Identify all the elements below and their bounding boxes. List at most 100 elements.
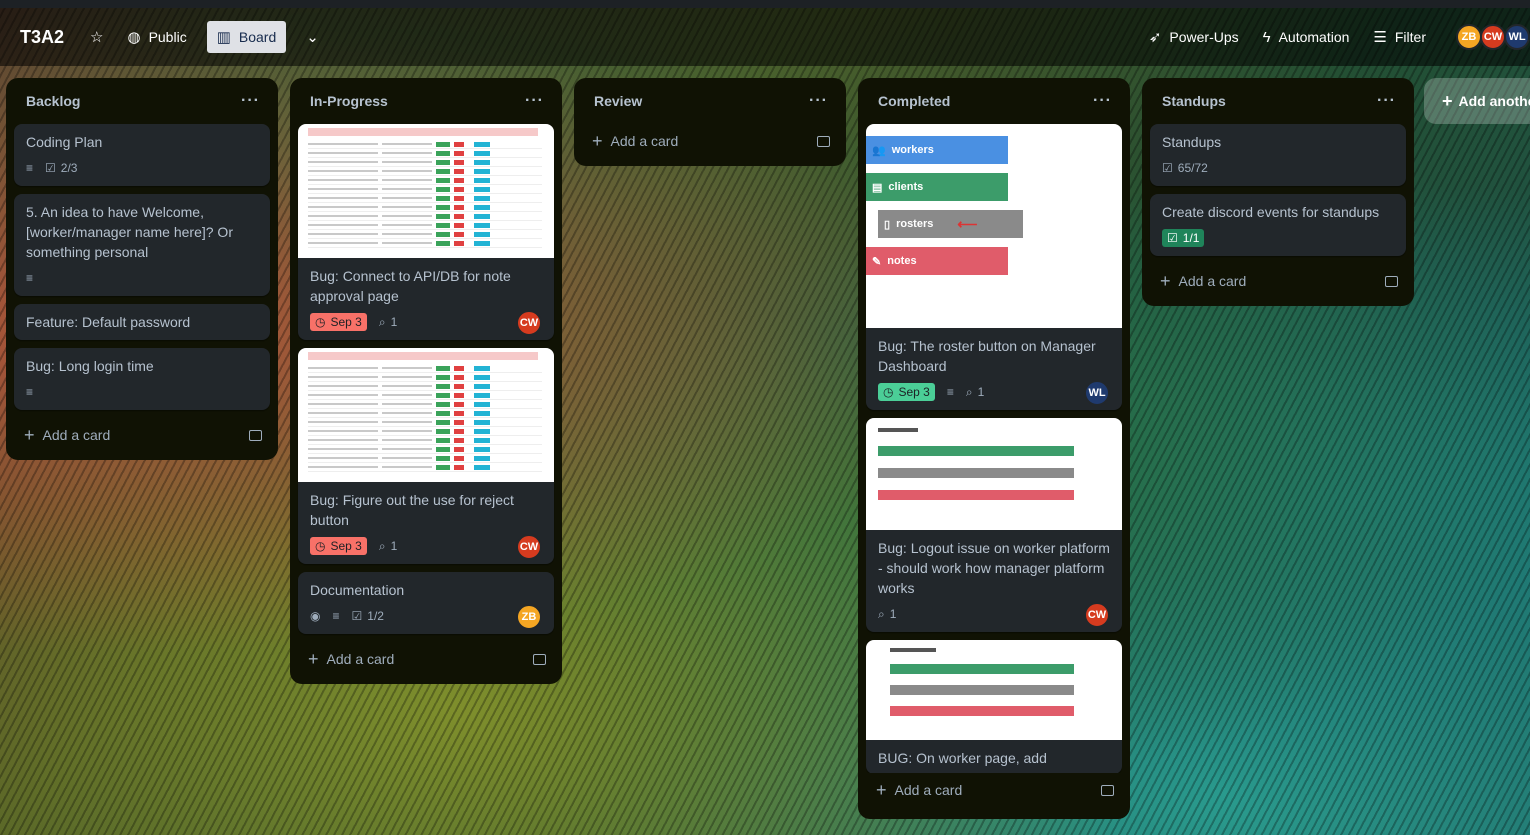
add-list-label: Add another list [1458,93,1530,109]
list-header[interactable]: Backlog ··· [14,78,270,124]
star-button[interactable]: ☆ [86,21,107,53]
board-icon: ▥ [216,29,231,46]
card[interactable]: 5. An idea to have Welcome, [worker/mana… [14,194,270,296]
card-title: 5. An idea to have Welcome, [worker/mana… [26,204,233,260]
list-backlog: Backlog ··· Coding Plan ≡ ☑ 2/3 5. An ide… [6,78,278,460]
power-ups-label: Power-Ups [1169,29,1239,45]
paperclip-icon: ⌕ [878,606,885,621]
avatar[interactable]: ZB [516,604,542,630]
card[interactable]: Bug: Figure out the use for reject butto… [298,348,554,564]
automation-button[interactable]: ϟ Automation [1259,21,1354,53]
due-date: Sep 3 [330,315,362,329]
description-icon: ≡ [26,271,34,285]
template-icon[interactable] [817,135,830,147]
checklist-icon: ☑ [1167,231,1178,245]
card-title: Documentation [310,582,405,598]
avatar[interactable]: CW [1480,24,1506,50]
card-title: Bug: Connect to API/DB for note approval… [310,268,511,304]
list-title[interactable]: Backlog [26,93,80,109]
list-menu-button[interactable]: ··· [1093,92,1112,110]
list-header[interactable]: Standups ··· [1150,78,1406,124]
list-menu-button[interactable]: ··· [809,92,828,110]
card[interactable]: Bug: Long login time ≡ [14,348,270,410]
clock-icon: ◷ [883,385,894,399]
avatar[interactable]: CW [516,534,542,560]
list-menu-button[interactable]: ··· [241,92,260,110]
avatar[interactable]: CW [516,310,542,336]
card-cover-image [298,348,554,482]
template-icon[interactable] [533,653,546,665]
list-menu-button[interactable]: ··· [1377,92,1396,110]
list-review: Review ··· + Add a card [574,78,846,166]
avatar[interactable]: WL [1504,24,1530,50]
star-icon: ☆ [90,29,104,46]
list-header[interactable]: In-Progress ··· [298,78,554,124]
due-date-badge[interactable]: ◷ Sep 3 [878,383,935,401]
plus-icon: + [1160,270,1171,291]
due-date: Sep 3 [898,385,930,399]
card-badges: ≡ [26,380,258,404]
view-switcher-button[interactable]: ⌄ [302,21,323,53]
avatar[interactable]: CW [1084,602,1110,628]
list-title[interactable]: In-Progress [310,93,388,109]
list-cards-scroll[interactable]: 👥 workers ▤ clients ▯ rosters ⟵ ✎ notes Bug: … [866,124,1122,773]
card[interactable]: Documentation ◉ ≡ ☑ 1/2 ZB [298,572,554,634]
add-card-button[interactable]: + Add a card [582,124,838,158]
add-card-label: Add a card [42,427,111,443]
card-cover-image [866,640,1122,740]
plus-icon: + [876,779,887,800]
paperclip-icon: ⌕ [378,314,386,329]
filter-button[interactable]: ☰ Filter [1369,21,1430,53]
card[interactable]: 👥 workers ▤ clients ▯ rosters ⟵ ✎ notes Bug: … [866,124,1122,410]
cover-bar-grey [878,468,1074,478]
due-date-badge[interactable]: ◷ Sep 3 [310,537,367,555]
add-card-button[interactable]: + Add a card [298,642,554,676]
globe-icon: ◍ [127,29,141,46]
list-menu-button[interactable]: ··· [525,92,544,110]
power-ups-button[interactable]: ➶ Power-Ups [1145,21,1243,53]
watch-icon: ◉ [310,609,321,623]
card[interactable]: Bug: Logout issue on worker platform - s… [866,418,1122,632]
card[interactable]: Bug: Connect to API/DB for note approval… [298,124,554,340]
card[interactable]: Standups ☑ 65/72 [1150,124,1406,186]
list-header[interactable]: Completed ··· [866,78,1122,124]
add-card-button[interactable]: + Add a card [1150,264,1406,298]
attachment-badge: ⌕ 1 [966,385,984,400]
template-icon[interactable] [1101,784,1114,796]
due-date: Sep 3 [330,539,362,553]
checklist-icon: ☑ [1162,161,1173,175]
card-title: Bug: Figure out the use for reject butto… [310,492,514,528]
clock-icon: ◷ [315,315,326,329]
add-card-button[interactable]: + Add a card [866,773,1122,807]
users-icon: 👥 [872,144,886,157]
card[interactable]: Coding Plan ≡ ☑ 2/3 [14,124,270,186]
visibility-label: Public [148,29,187,45]
list-header[interactable]: Review ··· [582,78,838,124]
cover-nav-clients: ▤ clients [866,173,1008,201]
card[interactable]: BUG: On worker page, add [866,640,1122,773]
document-icon: ▯ [884,218,891,231]
cover-heading [890,648,936,652]
cover-nav-label: notes [887,255,917,267]
board-title[interactable]: T3A2 [20,27,64,48]
list-title[interactable]: Review [594,93,642,109]
list-title[interactable]: Completed [878,93,950,109]
avatar[interactable]: ZB [1456,24,1482,50]
avatar[interactable]: WL [1084,380,1110,406]
add-list-button[interactable]: + Add another list [1424,78,1530,124]
filter-icon: ☰ [1373,29,1387,46]
template-icon[interactable] [1385,275,1398,287]
add-card-label: Add a card [1178,273,1247,289]
card-badges: ⌕ 1 CW [878,602,1110,628]
due-date-badge[interactable]: ◷ Sep 3 [310,313,367,331]
card-badges: ☑ 1/1 [1162,226,1394,250]
description-icon: ≡ [946,385,954,399]
board-view-button[interactable]: ▥ Board [206,21,287,53]
card[interactable]: Create discord events for standups ☑ 1/1 [1150,194,1406,256]
list-title[interactable]: Standups [1162,93,1226,109]
add-card-button[interactable]: + Add a card [14,418,270,452]
template-icon[interactable] [249,429,262,441]
card-cover-image: 👥 workers ▤ clients ▯ rosters ⟵ ✎ notes [866,124,1122,328]
card[interactable]: Feature: Default password [14,304,270,340]
visibility-button[interactable]: ◍ Public [123,21,190,53]
